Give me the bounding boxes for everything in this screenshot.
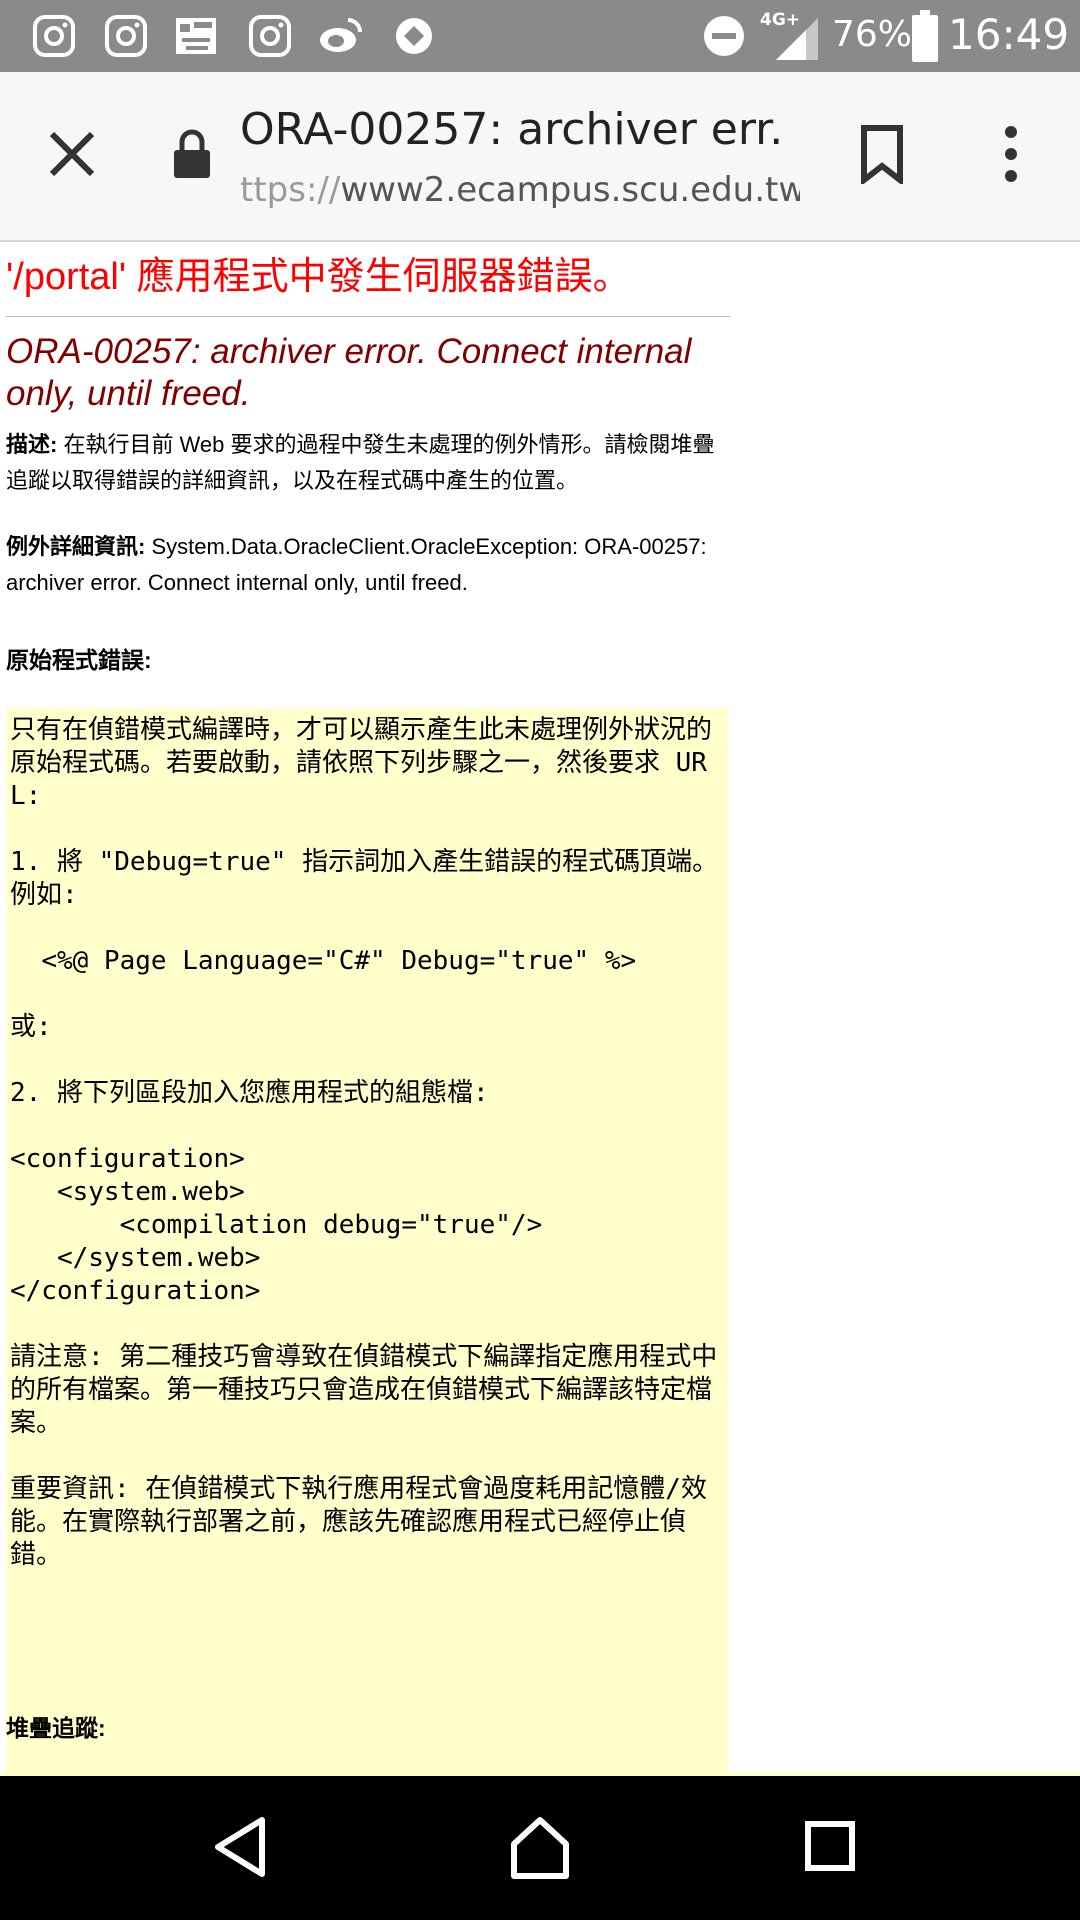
- instagram-icon: [105, 15, 147, 57]
- source-error-label: 原始程式錯誤:: [6, 647, 152, 673]
- page-title[interactable]: ORA-00257: archiver err...: [240, 104, 780, 155]
- instagram-icon: [33, 15, 75, 57]
- more-menu-icon[interactable]: [996, 124, 1026, 184]
- error-title: ORA-00257: archiver error. Connect inter…: [6, 332, 692, 413]
- description-paragraph: 描述: 在執行目前 Web 要求的過程中發生未處理的例外情形。請檢閱堆疊追蹤以取…: [6, 427, 730, 499]
- page-heading: '/portal' 應用程式中發生伺服器錯誤。: [6, 252, 730, 317]
- error-page: '/portal' 應用程式中發生伺服器錯誤。 ORA-00257: archi…: [6, 242, 730, 631]
- instagram-icon: [249, 15, 291, 57]
- weibo-icon: [320, 18, 362, 52]
- url-host: www2.ecampus.scu.edu.tw: [340, 170, 800, 210]
- home-icon[interactable]: [508, 1816, 572, 1880]
- browser-toolbar: ORA-00257: archiver err... ttps://www2.e…: [0, 72, 1080, 242]
- close-icon[interactable]: [44, 126, 100, 182]
- bookmark-icon[interactable]: [858, 124, 906, 184]
- exception-label: 例外詳細資訊:: [6, 534, 146, 559]
- status-bar: 4G+ 76% 16:49: [0, 0, 1080, 72]
- do-not-disturb-icon: [704, 16, 744, 56]
- recent-apps-icon[interactable]: [804, 1820, 856, 1872]
- lock-icon[interactable]: [172, 128, 212, 180]
- url-text[interactable]: ttps://www2.ecampus.scu.edu.tw: [240, 170, 800, 210]
- url-scheme: ttps://: [240, 170, 341, 210]
- back-icon[interactable]: [212, 1816, 268, 1878]
- navigation-bar: [0, 1776, 1080, 1920]
- description-label: 描述:: [6, 432, 58, 457]
- source-error-block: 只有在偵錯模式編譯時，才可以顯示產生此未處理例外狀況的原始程式碼。若要啟動，請依…: [6, 708, 728, 1776]
- source-error-text: 只有在偵錯模式編譯時，才可以顯示產生此未處理例外狀況的原始程式碼。若要啟動，請依…: [10, 715, 719, 1570]
- exception-paragraph: 例外詳細資訊: System.Data.OracleClient.OracleE…: [6, 529, 730, 601]
- app-icon: [396, 18, 432, 54]
- battery-icon: [912, 10, 938, 62]
- signal-icon: [776, 18, 818, 60]
- stack-trace-label: 堆疊追蹤:: [6, 1715, 106, 1741]
- description-text: 在執行目前 Web 要求的過程中發生未處理的例外情形。請檢閱堆疊追蹤以取得錯誤的…: [6, 432, 715, 493]
- image-icon: [176, 18, 216, 54]
- web-content[interactable]: '/portal' 應用程式中發生伺服器錯誤。 ORA-00257: archi…: [0, 242, 1080, 1776]
